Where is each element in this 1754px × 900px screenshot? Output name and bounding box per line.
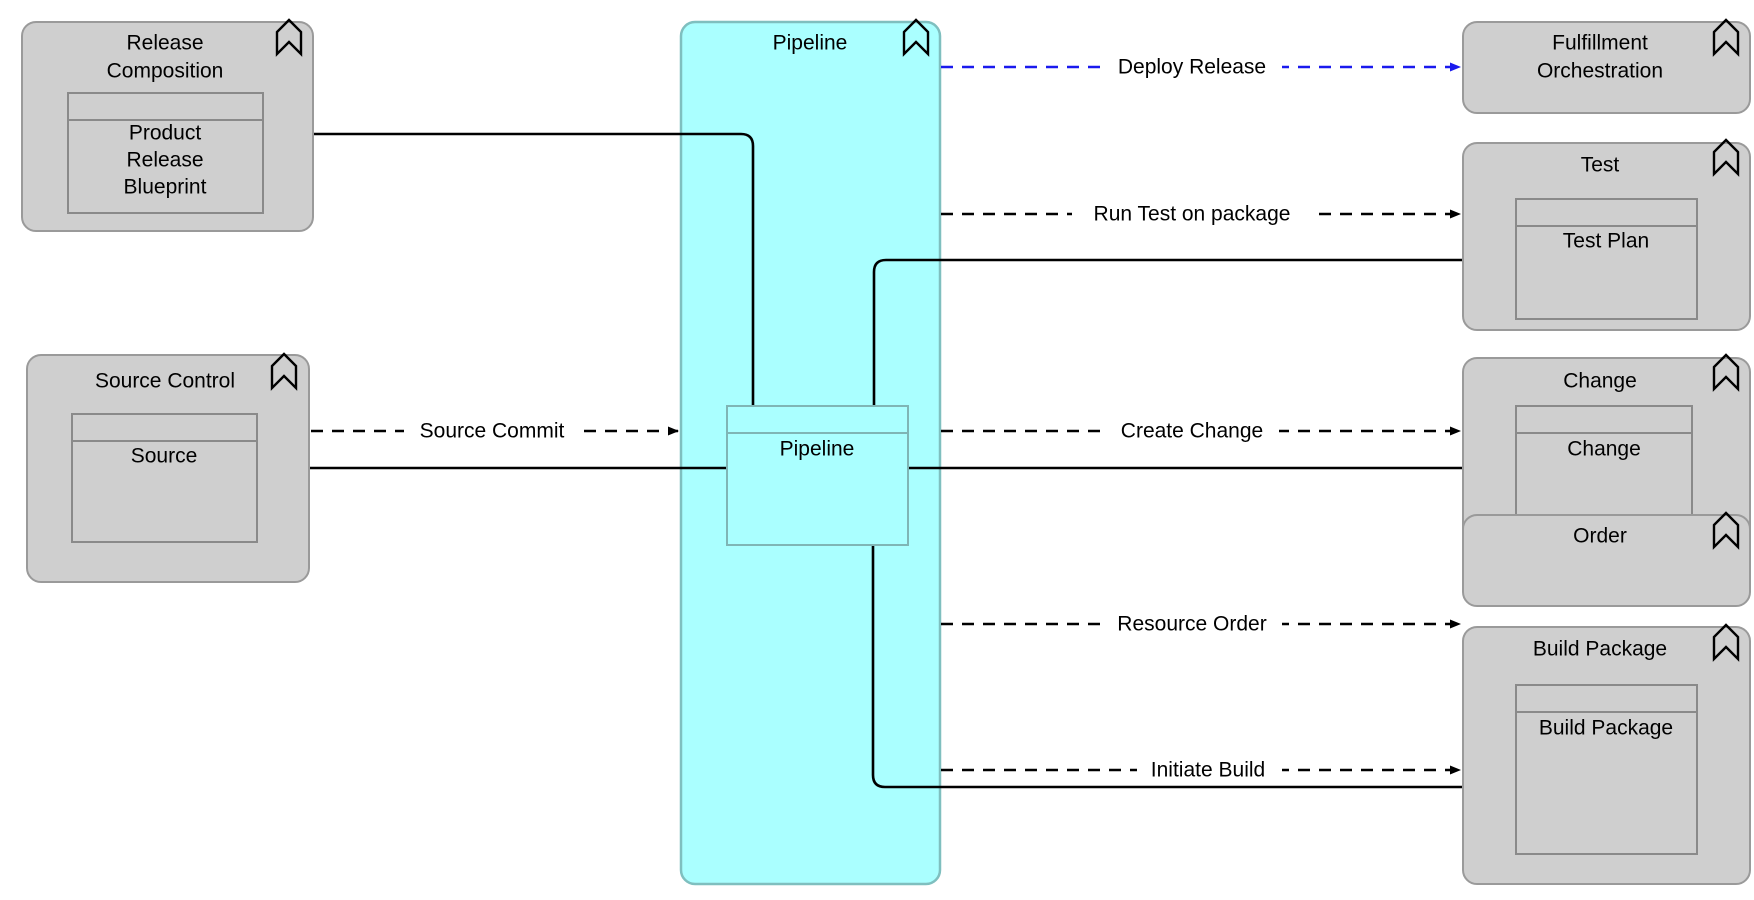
inner-node-product-release-blueprint-label-line2: Release bbox=[126, 149, 203, 172]
group-pipeline-label: Pipeline bbox=[773, 32, 848, 55]
edge-run-test-on-package-label: Run Test on package bbox=[1094, 203, 1291, 226]
inner-node-product-release-blueprint-label-line3: Blueprint bbox=[124, 176, 207, 199]
inner-node-source-shape[interactable] bbox=[71, 413, 258, 543]
edge-initiate-build-label: Initiate Build bbox=[1151, 759, 1265, 782]
edge-deploy-release-label: Deploy Release bbox=[1118, 56, 1266, 79]
inner-node-pipeline[interactable]: Pipeline bbox=[726, 405, 909, 546]
edge-resource-order-label: Resource Order bbox=[1117, 613, 1266, 636]
edge-blueprint-to-pipeline-path[interactable] bbox=[263, 132, 755, 406]
inner-node-pipeline-label: Pipeline bbox=[780, 438, 855, 461]
node-source-control[interactable]: Source Control Source bbox=[26, 352, 310, 583]
edge-blueprint-to-pipeline[interactable] bbox=[263, 132, 755, 406]
inner-node-change-label: Change bbox=[1567, 438, 1641, 461]
node-change-label: Change bbox=[1563, 370, 1637, 393]
node-test-label: Test bbox=[1581, 154, 1620, 177]
edge-create-change[interactable]: Create Change bbox=[941, 417, 1461, 445]
edge-source-commit[interactable]: Source Commit bbox=[311, 417, 679, 445]
node-order[interactable]: Order bbox=[1462, 511, 1751, 607]
node-fulfillment-orchestration-label-line2: Orchestration bbox=[1537, 60, 1663, 83]
inner-node-source-label: Source bbox=[131, 445, 198, 468]
node-build-package[interactable]: Build Package Build Package bbox=[1462, 623, 1751, 885]
inner-node-test-plan-shape[interactable] bbox=[1515, 198, 1698, 320]
node-source-control-label: Source Control bbox=[95, 370, 235, 393]
diagram-canvas: Pipeline Pipeline Release Composition Pr… bbox=[0, 0, 1754, 900]
node-release-composition-label-line1: Release bbox=[126, 32, 203, 55]
edge-initiate-build[interactable]: Initiate Build bbox=[941, 756, 1461, 784]
node-release-composition[interactable]: Release Composition Product Release Blue… bbox=[21, 18, 314, 232]
edge-pipeline-to-test-plan-path[interactable] bbox=[872, 258, 1516, 406]
edge-source-commit-label: Source Commit bbox=[420, 420, 565, 443]
node-release-composition-label-line2: Composition bbox=[107, 60, 224, 83]
edge-run-test-on-package[interactable]: Run Test on package bbox=[941, 200, 1461, 228]
node-build-package-label: Build Package bbox=[1533, 638, 1667, 661]
edge-resource-order[interactable]: Resource Order bbox=[941, 610, 1461, 638]
node-fulfillment-orchestration-label-line1: Fulfillment bbox=[1552, 32, 1648, 55]
inner-node-product-release-blueprint-label-line1: Product bbox=[129, 122, 202, 145]
inner-node-build-package-label: Build Package bbox=[1539, 717, 1673, 740]
inner-node-test-plan-label: Test Plan bbox=[1563, 230, 1649, 253]
inner-node-pipeline-shape[interactable] bbox=[726, 405, 909, 546]
node-fulfillment-orchestration[interactable]: Fulfillment Orchestration bbox=[1462, 18, 1751, 114]
edge-deploy-release[interactable]: Deploy Release bbox=[941, 53, 1461, 81]
architecture-diagram: Pipeline Pipeline Release Composition Pr… bbox=[21, 18, 1751, 886]
edge-pipeline-to-test-plan[interactable] bbox=[872, 258, 1516, 406]
node-test[interactable]: Test Test Plan bbox=[1462, 138, 1751, 331]
edge-create-change-label: Create Change bbox=[1121, 420, 1263, 443]
edge-pipeline-to-build-package[interactable] bbox=[871, 545, 1516, 789]
node-order-label: Order bbox=[1573, 525, 1627, 548]
inner-node-build-package-shape[interactable] bbox=[1515, 684, 1698, 855]
edge-pipeline-to-build-package-path[interactable] bbox=[871, 545, 1516, 789]
